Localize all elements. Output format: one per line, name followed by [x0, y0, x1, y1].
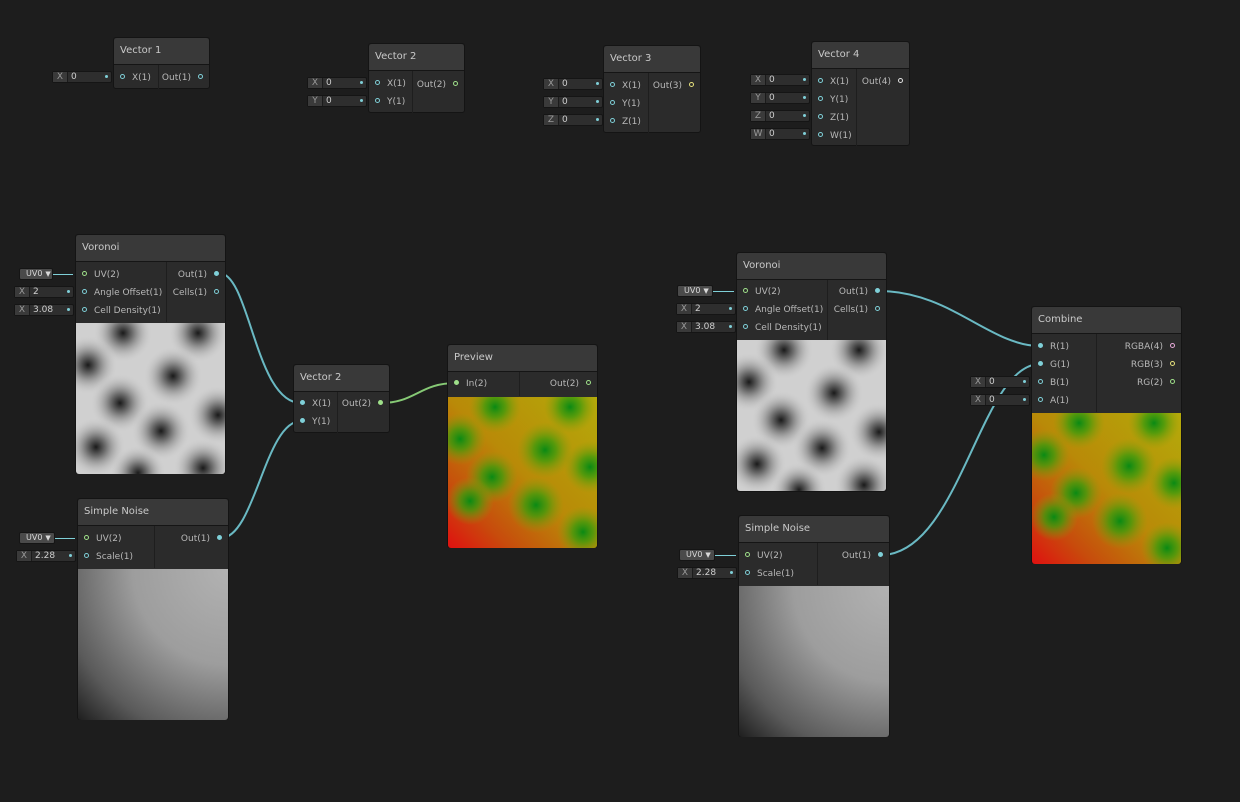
noise-preview-image — [739, 586, 889, 737]
vector2-x-field[interactable]: X0 — [307, 77, 367, 89]
output-port-out[interactable]: Out(1) — [181, 530, 228, 548]
voronoi-right-density-field[interactable]: X 3.08 — [676, 321, 736, 333]
vector3-z-field[interactable]: Z0 — [543, 114, 603, 126]
output-port-out[interactable]: Out(1) — [178, 266, 225, 284]
voronoi-preview-image — [76, 323, 225, 474]
input-port-a[interactable]: A(1) — [1032, 392, 1069, 410]
noise-right-uv-select[interactable]: UV0 ▼ — [679, 549, 715, 561]
voronoi-node-right[interactable]: Voronoi UV(2) Angle Offset(1) Cell Densi… — [736, 252, 887, 492]
input-port-scale[interactable]: Scale(1) — [78, 548, 133, 566]
input-port-cell-density[interactable]: Cell Density(1) — [737, 319, 822, 337]
vector3-y-field[interactable]: Y0 — [543, 96, 603, 108]
voronoi-left-density-field[interactable]: X 3.08 — [14, 304, 74, 316]
node-title: Vector 1 — [114, 38, 209, 65]
vector2-node-middle[interactable]: Vector 2 X(1) Y(1) Out(2) — [293, 364, 390, 433]
output-port-out[interactable]: Out(1) — [162, 69, 209, 87]
input-port-in[interactable]: In(2) — [448, 375, 487, 393]
output-port-out[interactable]: Out(2) — [417, 76, 464, 94]
wire-voronoi-to-vector2-x — [218, 272, 302, 404]
node-title: Vector 2 — [294, 365, 389, 392]
input-port-x[interactable]: X(1) — [812, 73, 849, 91]
node-title: Preview — [448, 345, 597, 372]
vector2-node[interactable]: Vector 2 X(1) Y(1) Out(2) — [368, 43, 465, 113]
vector3-x-field[interactable]: X0 — [543, 78, 603, 90]
input-port-uv[interactable]: UV(2) — [78, 530, 122, 548]
combine-node[interactable]: Combine R(1) G(1) B(1) A(1) RGBA(4) RGB(… — [1031, 306, 1182, 564]
node-title: Voronoi — [737, 253, 886, 280]
output-port-out[interactable]: Out(4) — [862, 73, 909, 91]
preview-image — [448, 397, 597, 548]
output-port-rg[interactable]: RG(2) — [1137, 374, 1181, 392]
vector1-node[interactable]: Vector 1 X(1) Out(1) — [113, 37, 210, 89]
input-port-uv[interactable]: UV(2) — [76, 266, 120, 284]
output-port-out[interactable]: Out(2) — [550, 375, 597, 393]
vector4-w-field[interactable]: W0 — [750, 128, 810, 140]
input-port-r[interactable]: R(1) — [1032, 338, 1069, 356]
output-port-cells[interactable]: Cells(1) — [173, 284, 225, 302]
input-port-uv[interactable]: UV(2) — [737, 283, 781, 301]
wire-vector2-to-preview — [380, 382, 457, 404]
input-port-cell-density[interactable]: Cell Density(1) — [76, 302, 161, 320]
node-title: Simple Noise — [739, 516, 889, 543]
combine-preview-image — [1032, 413, 1181, 564]
wire-noise-to-combine-g — [880, 363, 1041, 556]
preview-node[interactable]: Preview In(2) Out(2) — [447, 344, 598, 548]
node-title: Combine — [1032, 307, 1181, 334]
node-title: Simple Noise — [78, 499, 228, 526]
vector4-x-field[interactable]: X0 — [750, 74, 810, 86]
output-port-rgb[interactable]: RGB(3) — [1131, 356, 1181, 374]
output-port-out[interactable]: Out(1) — [842, 547, 889, 565]
vector4-z-field[interactable]: Z0 — [750, 110, 810, 122]
vector4-node[interactable]: Vector 4 X(1) Y(1) Z(1) W(1) Out(4) — [811, 41, 910, 147]
voronoi-preview-image — [737, 340, 886, 491]
vector1-x-field[interactable]: X0 — [52, 71, 112, 83]
output-port-out[interactable]: Out(2) — [342, 395, 389, 413]
combine-b-field[interactable]: X0 — [970, 376, 1030, 388]
wire-voronoi-to-combine-r — [878, 290, 1041, 347]
input-port-y[interactable]: Y(1) — [369, 93, 405, 111]
combine-a-field[interactable]: X0 — [970, 394, 1030, 406]
input-port-w[interactable]: W(1) — [812, 127, 852, 145]
simple-noise-node-right[interactable]: Simple Noise UV(2) Scale(1) Out(1) — [738, 515, 890, 737]
input-port-b[interactable]: B(1) — [1032, 374, 1069, 392]
input-port-y[interactable]: Y(1) — [294, 413, 330, 431]
input-port-z[interactable]: Z(1) — [812, 109, 849, 127]
noise-preview-image — [78, 569, 228, 720]
input-port-angle-offset[interactable]: Angle Offset(1) — [76, 284, 162, 302]
input-port-uv[interactable]: UV(2) — [739, 547, 783, 565]
voronoi-right-angle-field[interactable]: X2 — [676, 303, 736, 315]
node-title: Vector 4 — [812, 42, 909, 69]
voronoi-left-angle-field[interactable]: X2 — [14, 286, 74, 298]
input-port-x[interactable]: X(1) — [114, 69, 151, 87]
output-port-cells[interactable]: Cells(1) — [834, 301, 886, 319]
simple-noise-node-left[interactable]: Simple Noise UV(2) Scale(1) Out(1) — [77, 498, 229, 720]
input-port-y[interactable]: Y(1) — [604, 95, 640, 113]
node-title: Vector 3 — [604, 46, 700, 73]
noise-left-uv-select[interactable]: UV0 ▼ — [19, 532, 55, 544]
vector2-y-field[interactable]: Y0 — [307, 95, 367, 107]
voronoi-right-uv-select[interactable]: UV0 ▼ — [677, 285, 713, 297]
noise-right-scale-field[interactable]: X 2.28 — [677, 567, 737, 579]
node-title: Vector 2 — [369, 44, 464, 71]
input-port-y[interactable]: Y(1) — [812, 91, 848, 109]
output-port-rgba[interactable]: RGBA(4) — [1125, 338, 1181, 356]
input-port-x[interactable]: X(1) — [604, 77, 641, 95]
input-port-scale[interactable]: Scale(1) — [739, 565, 794, 583]
wire-noise-to-vector2-y — [220, 420, 302, 539]
node-title: Voronoi — [76, 235, 225, 262]
vector3-node[interactable]: Vector 3 X(1) Y(1) Z(1) Out(3) — [603, 45, 701, 133]
vector4-y-field[interactable]: Y0 — [750, 92, 810, 104]
noise-left-scale-field[interactable]: X 2.28 — [16, 550, 76, 562]
output-port-out[interactable]: Out(3) — [653, 77, 700, 95]
input-port-g[interactable]: G(1) — [1032, 356, 1070, 374]
input-port-z[interactable]: Z(1) — [604, 113, 641, 131]
input-port-x[interactable]: X(1) — [369, 75, 406, 93]
input-port-angle-offset[interactable]: Angle Offset(1) — [737, 301, 823, 319]
input-port-x[interactable]: X(1) — [294, 395, 331, 413]
output-port-out[interactable]: Out(1) — [839, 283, 886, 301]
voronoi-node-left[interactable]: Voronoi UV(2) Angle Offset(1) Cell Densi… — [75, 234, 226, 474]
voronoi-left-uv-select[interactable]: UV0 ▼ — [19, 268, 53, 280]
